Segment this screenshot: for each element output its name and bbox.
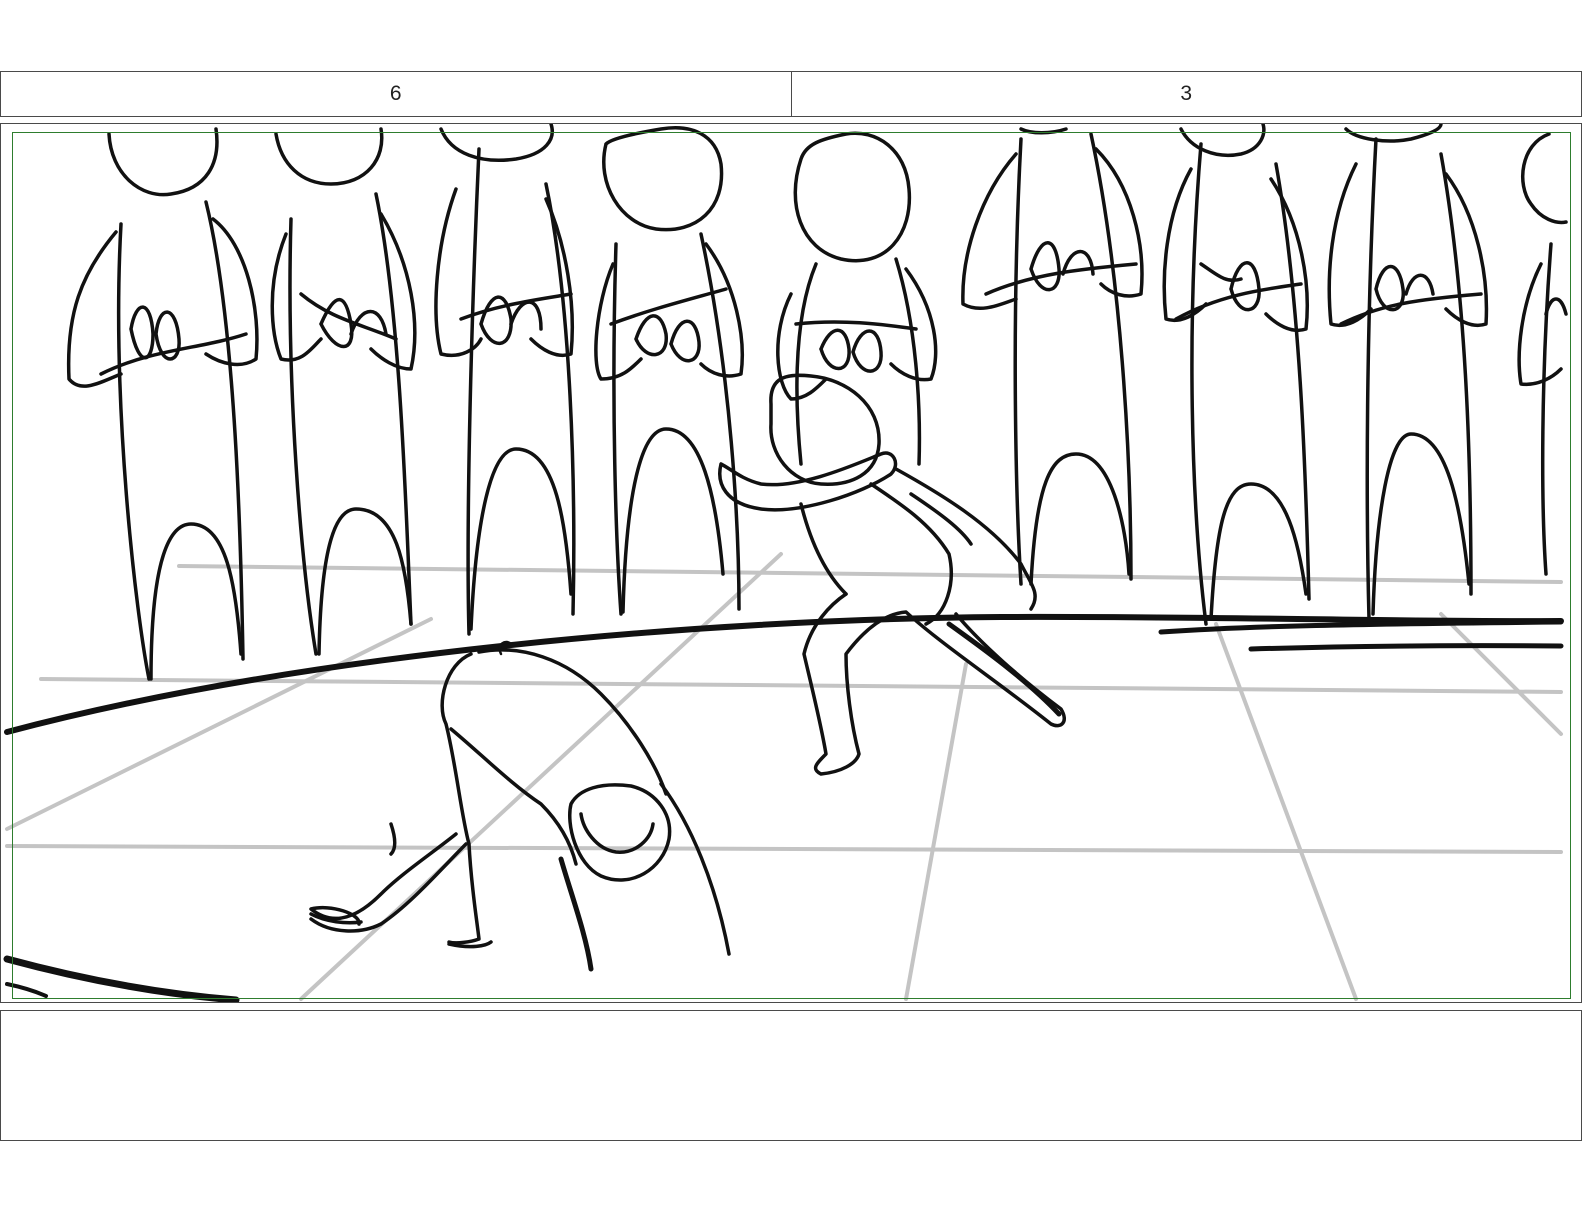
panel-number: 3 <box>790 72 1582 116</box>
arena-edge <box>3 613 1564 1002</box>
storyboard-panel <box>0 123 1582 1003</box>
crouching-fighter <box>309 640 731 972</box>
crowd-figures <box>66 124 1568 681</box>
panel-header: 6 3 <box>0 71 1582 117</box>
sketch-drawing <box>3 124 1568 1002</box>
notes-box[interactable] <box>0 1010 1582 1141</box>
scene-number: 6 <box>389 82 402 105</box>
